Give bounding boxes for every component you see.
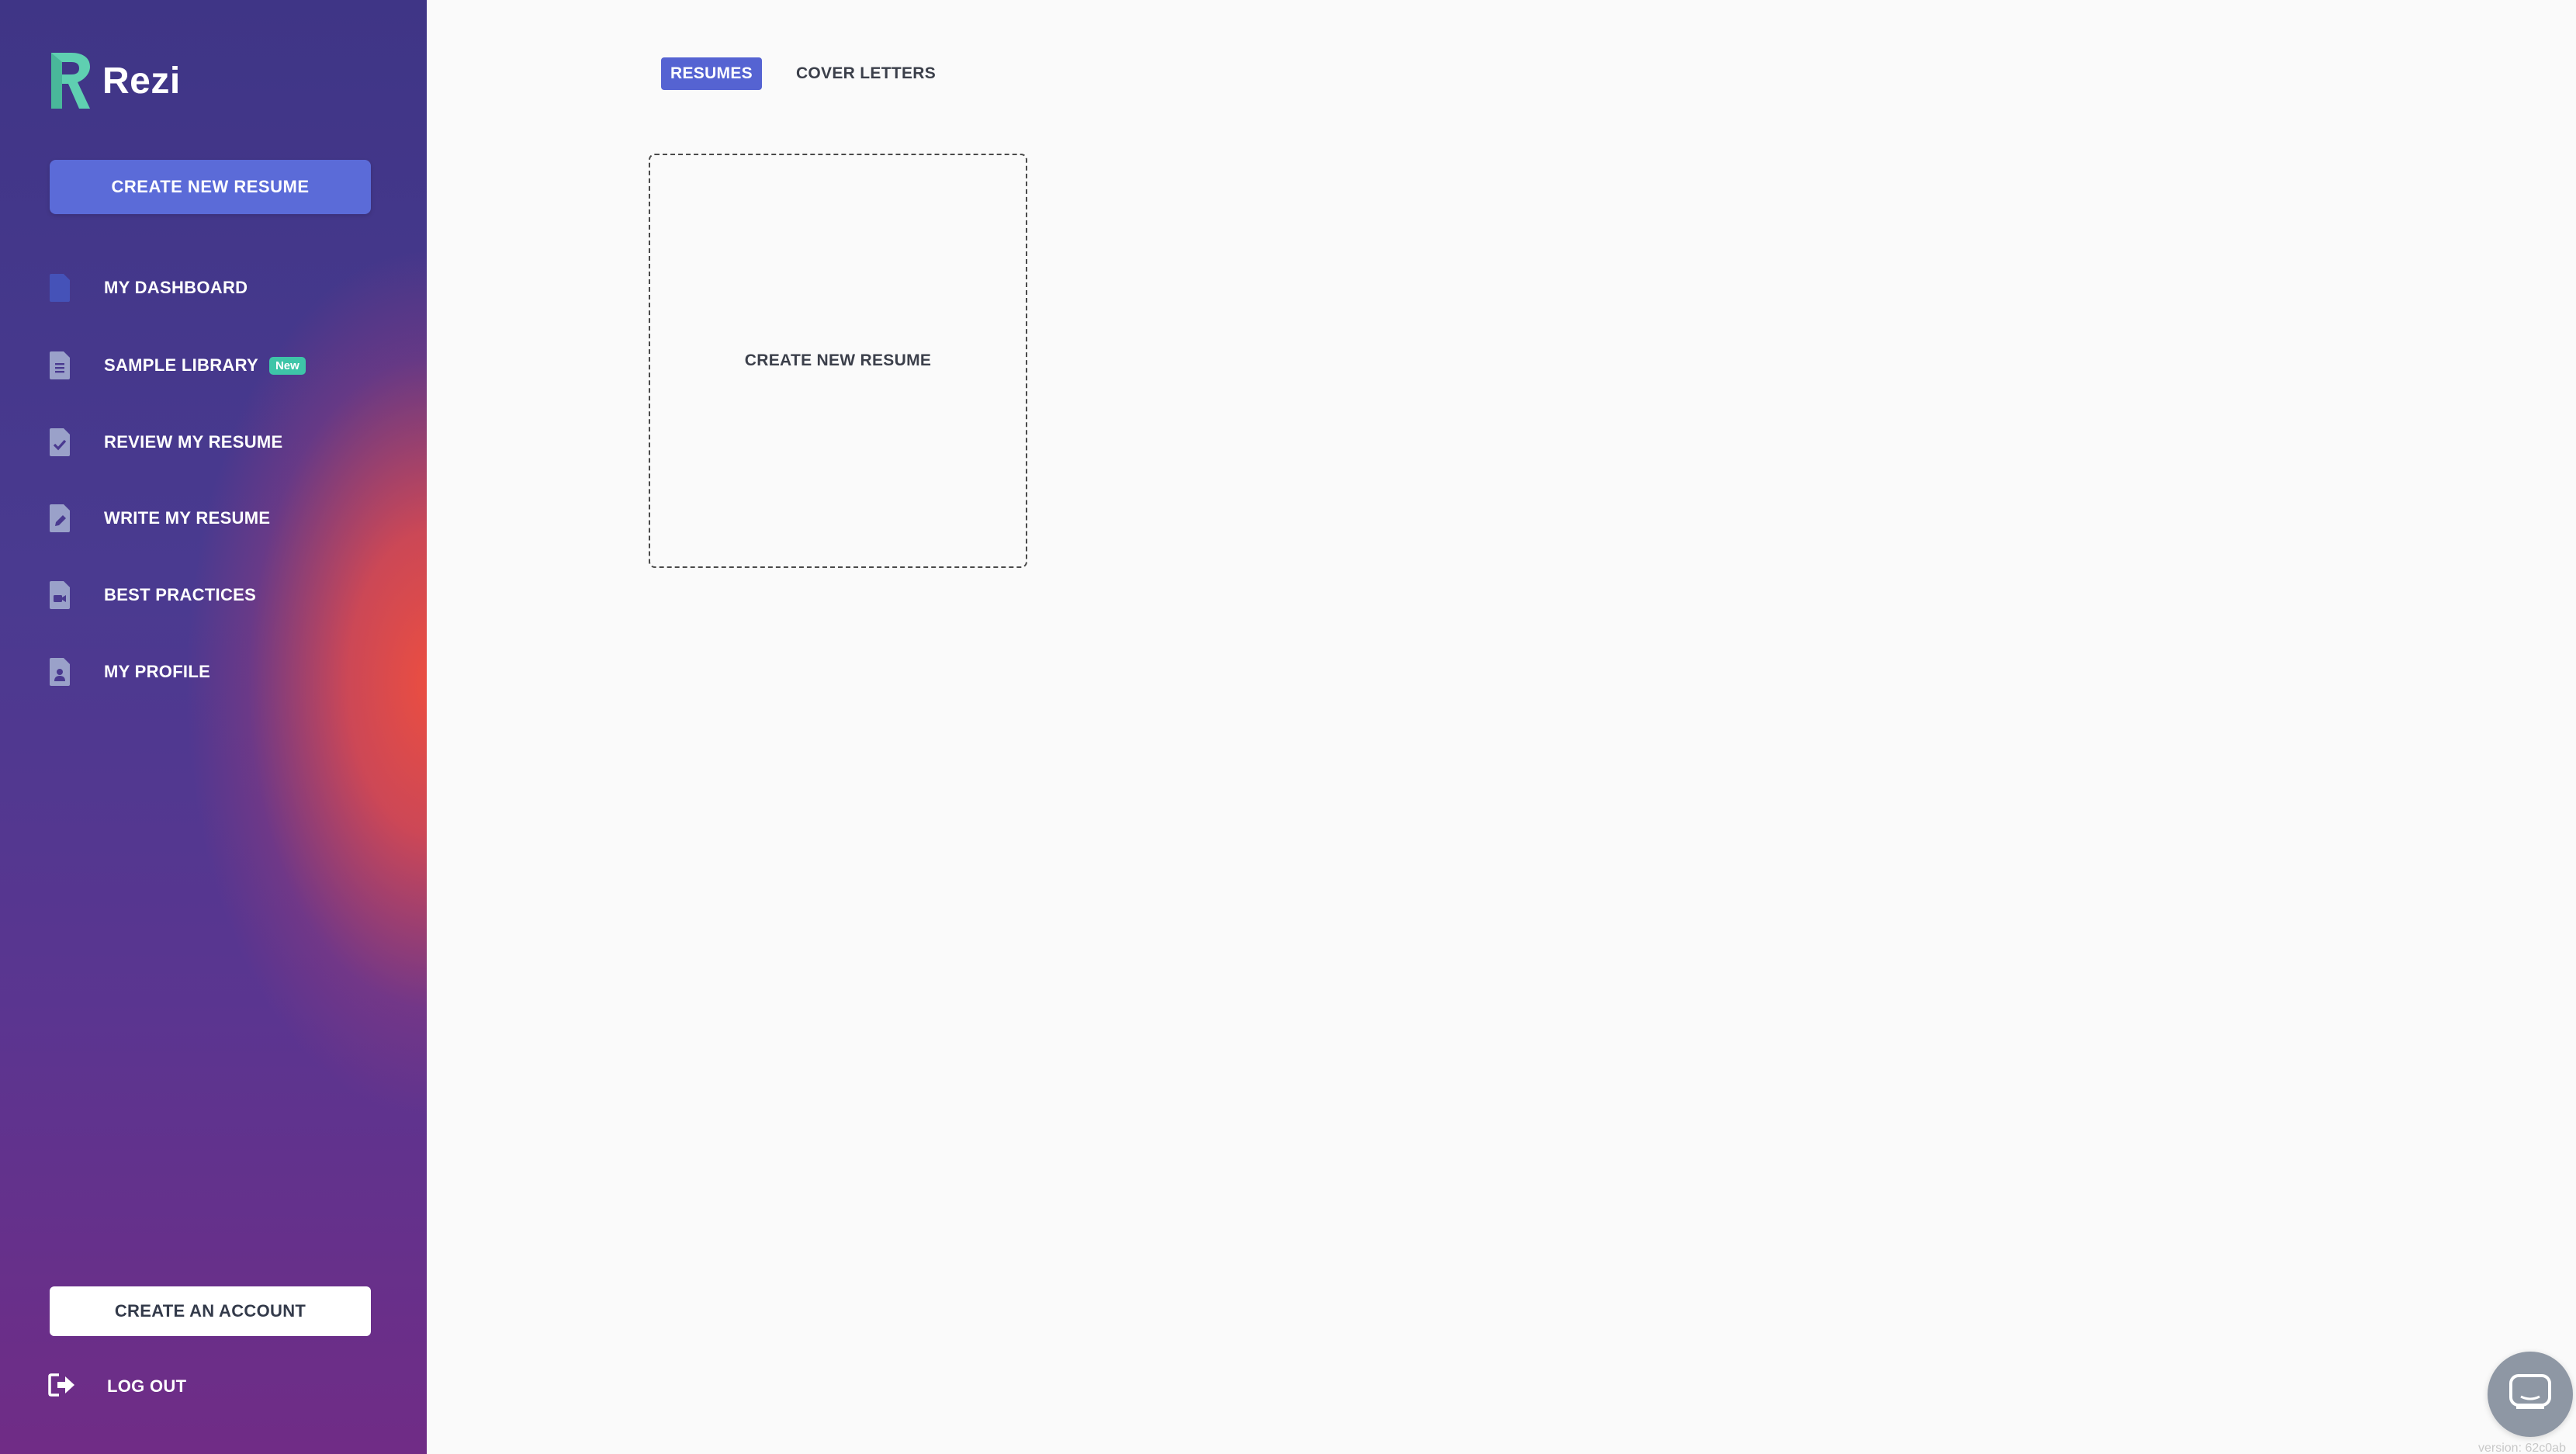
create-account-button[interactable]: CREATE AN ACCOUNT	[50, 1286, 371, 1336]
tab-resumes[interactable]: RESUMES	[661, 57, 762, 90]
brand-logo[interactable]: Rezi	[48, 50, 181, 112]
new-badge: New	[268, 356, 306, 375]
logout-button[interactable]: LOG OUT	[48, 1367, 186, 1406]
main-content: RESUMES COVER LETTERS CREATE NEW RESUME	[427, 0, 2576, 1454]
rezi-logo-icon	[51, 53, 90, 109]
sidebar-item-label: BEST PRACTICES	[104, 585, 257, 604]
sidebar-item-my-dashboard[interactable]: MY DASHBOARD	[48, 268, 248, 307]
create-new-resume-button[interactable]: CREATE NEW RESUME	[50, 160, 371, 214]
create-new-resume-card-label: CREATE NEW RESUME	[744, 351, 932, 369]
sidebar-item-label: MY DASHBOARD	[104, 278, 248, 297]
chat-icon	[2508, 1373, 2552, 1416]
document-lines-icon	[48, 350, 71, 381]
sidebar-item-label: WRITE MY RESUME	[104, 508, 271, 528]
sidebar-item-my-profile[interactable]: MY PROFILE	[48, 653, 210, 691]
sidebar-item-review-my-resume[interactable]: REVIEW MY RESUME	[48, 423, 283, 462]
logout-label: LOG OUT	[107, 1376, 187, 1396]
document-type-tabs: RESUMES COVER LETTERS	[661, 57, 945, 90]
sidebar: Rezi CREATE NEW RESUME MY DASHBOARD SAMP…	[0, 0, 427, 1454]
document-video-icon	[48, 580, 71, 611]
tab-cover-letters[interactable]: COVER LETTERS	[787, 57, 945, 90]
chat-launcher-button[interactable]	[2488, 1352, 2573, 1437]
version-label: version: 62c0ab	[2478, 1442, 2566, 1454]
logout-icon	[48, 1373, 76, 1400]
sidebar-item-label: MY PROFILE	[104, 662, 211, 681]
sidebar-item-label: REVIEW MY RESUME	[104, 432, 283, 452]
sidebar-item-best-practices[interactable]: BEST PRACTICES	[48, 576, 256, 614]
create-new-resume-card[interactable]: CREATE NEW RESUME	[649, 154, 1027, 568]
sidebar-item-label: SAMPLE LIBRARY	[104, 355, 258, 375]
document-pencil-icon	[48, 503, 71, 534]
sidebar-item-sample-library[interactable]: SAMPLE LIBRARY New	[48, 346, 306, 385]
brand-name: Rezi	[102, 60, 181, 102]
document-check-icon	[48, 427, 71, 458]
document-icon	[48, 272, 71, 303]
document-person-icon	[48, 656, 71, 687]
sidebar-item-write-my-resume[interactable]: WRITE MY RESUME	[48, 499, 270, 538]
app-window: Rezi CREATE NEW RESUME MY DASHBOARD SAMP…	[0, 0, 2576, 1454]
